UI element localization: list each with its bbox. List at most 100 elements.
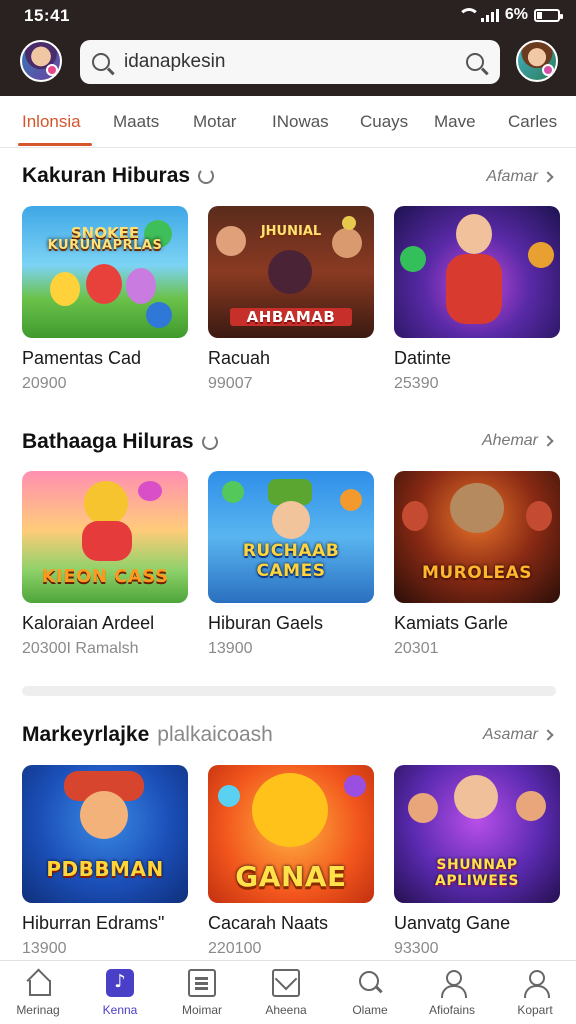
section-title-text: Markeyrlajke [22,723,150,746]
home-icon [24,969,52,997]
game-art-title: GANAE [235,860,347,893]
signal-icon [480,8,499,22]
game-name: Cacarah Naats [208,913,329,933]
game-name: Hiburan Gaels [208,613,324,633]
user-avatar[interactable] [20,40,62,82]
mail-icon [272,969,300,997]
status-icons: 6% [457,6,563,24]
game-card[interactable]: RUCHAAB CAMES Hiburan Gaels 13900 [208,471,374,658]
game-count: 25390 [394,375,439,392]
game-thumbnail [394,206,560,338]
game-count: 20300I Ramalsh [22,640,139,657]
game-art-title: MUROLEAS [421,563,533,583]
status-time: 15:41 [24,6,70,25]
game-count: 99007 [208,375,253,392]
game-art-title: KIEON CASS [41,566,169,587]
tab-motar[interactable]: Motar [193,112,236,132]
game-thumbnail: GANAE [208,765,374,903]
game-thumbnail: KIEON CASS [22,471,188,603]
game-name: Kaloraian Ardeel [22,613,155,633]
search-input[interactable]: idanapkesin [124,51,466,73]
tab-maats[interactable]: Maats [113,112,159,132]
nav-item-profile[interactable]: Kopart [494,969,576,1017]
game-thumbnail: JHUNIAL AHBAMAB [208,206,374,338]
app-header: 15:41 6% idanapkesin [0,0,576,96]
tab-inowas[interactable]: INowas [272,112,329,132]
game-card[interactable]: SNOKEE KURUNAPRLAS Pamentas Cad 20900 [22,206,188,393]
nav-item-friends[interactable]: Afiofains [411,969,493,1017]
tab-cuays[interactable]: Cuays [360,112,408,132]
chevron-right-icon [542,435,554,447]
bottom-navigation: Merinag Kenna Moimar Aheena Olame Afiofa… [0,960,576,1024]
game-art-subtitle: KURUNAPRLAS [47,238,163,253]
game-name: Datinte [394,348,452,368]
nav-label: Kenna [102,1003,138,1017]
section-title: Kakuran Hiburas [22,164,215,188]
battery-icon [534,8,563,22]
game-count: 20900 [22,375,67,392]
nav-label: Merinag [16,1003,60,1017]
game-card[interactable]: PDBBMAN Hiburran Edrams" 13900 [22,765,188,958]
see-all-label: Ahemar [481,432,538,449]
see-all-link[interactable]: Asamar [482,726,554,744]
category-tabs: Inlonsia Maats Motar INowas Cuays Mave C… [0,96,576,148]
section-title: Markeyrlajke plalkaicoash [22,723,273,747]
nav-label: Moimar [181,1003,222,1017]
game-card[interactable]: GANAE Cacarah Naats 220100 [208,765,374,958]
game-thumbnail: SHUNNAP APLIWEES [394,765,560,903]
nav-item-games[interactable]: Kenna [79,969,161,1017]
status-bar: 15:41 6% [0,0,576,30]
game-name: Uanvatg Gane [394,913,511,933]
nav-item-mail[interactable]: Aheena [245,969,327,1017]
game-name: Hiburran Edrams" [22,913,165,933]
active-tab-indicator [18,143,92,146]
search-submit-icon[interactable] [466,53,484,71]
game-count: 220100 [208,940,262,957]
refresh-icon [201,434,218,450]
games-icon [106,969,134,997]
nav-item-home[interactable]: Merinag [0,969,79,1017]
list-icon [188,969,216,997]
nav-item-search[interactable]: Olame [329,969,411,1017]
game-count: 13900 [22,940,67,957]
game-card[interactable]: JHUNIAL AHBAMAB Racuah 99007 [208,206,374,393]
tab-carles[interactable]: Carles [508,112,557,132]
game-card[interactable]: Datinte 25390 [394,206,560,393]
chevron-right-icon [542,729,554,741]
game-art-title: PDBBMAN [46,857,164,881]
game-count: 13900 [208,640,253,657]
game-thumbnail: RUCHAAB CAMES [208,471,374,603]
wifi-icon [457,8,480,22]
see-all-label: Asamar [482,726,538,743]
chevron-right-icon [542,171,554,183]
section-title-text: Kakuran Hiburas [22,164,191,187]
game-art-title: JHUNIAL [260,224,322,239]
game-thumbnail: MUROLEAS [394,471,560,603]
user-icon [438,969,467,998]
game-card[interactable]: KIEON CASS Kaloraian Ardeel 20300I Ramal… [22,471,188,658]
nav-item-list[interactable]: Moimar [161,969,243,1017]
game-card[interactable]: MUROLEAS Kamiats Garle 20301 [394,471,560,658]
game-art-title: RUCHAAB CAMES [242,541,340,581]
game-card[interactable]: SHUNNAP APLIWEES Uanvatg Gane 93300 [394,765,560,958]
nav-label: Afiofains [428,1003,476,1017]
tab-mave[interactable]: Mave [434,112,476,132]
refresh-icon [198,168,215,184]
see-all-link[interactable]: Ahemar [481,432,554,450]
see-all-link[interactable]: Afamar [486,168,554,186]
game-thumbnail: SNOKEE KURUNAPRLAS [22,206,188,338]
game-art-title: SHUNNAP APLIWEES [435,857,519,889]
game-thumbnail: PDBBMAN [22,765,188,903]
section-subtitle: plalkaicoash [157,723,273,746]
search-bar[interactable]: idanapkesin [80,40,500,84]
section-title-text: Bathaaga Hiluras [22,430,194,453]
battery-percent: 6% [504,6,528,23]
tab-inlonsia[interactable]: Inlonsia [22,112,81,132]
profile-icon [521,969,550,998]
nav-label: Aheena [265,1003,307,1017]
profile-avatar[interactable] [516,40,558,82]
see-all-label: Afamar [486,168,538,185]
game-art-subtitle: AHBAMAB [230,308,352,326]
game-count: 20301 [394,640,439,657]
nav-label: Olame [352,1003,388,1017]
